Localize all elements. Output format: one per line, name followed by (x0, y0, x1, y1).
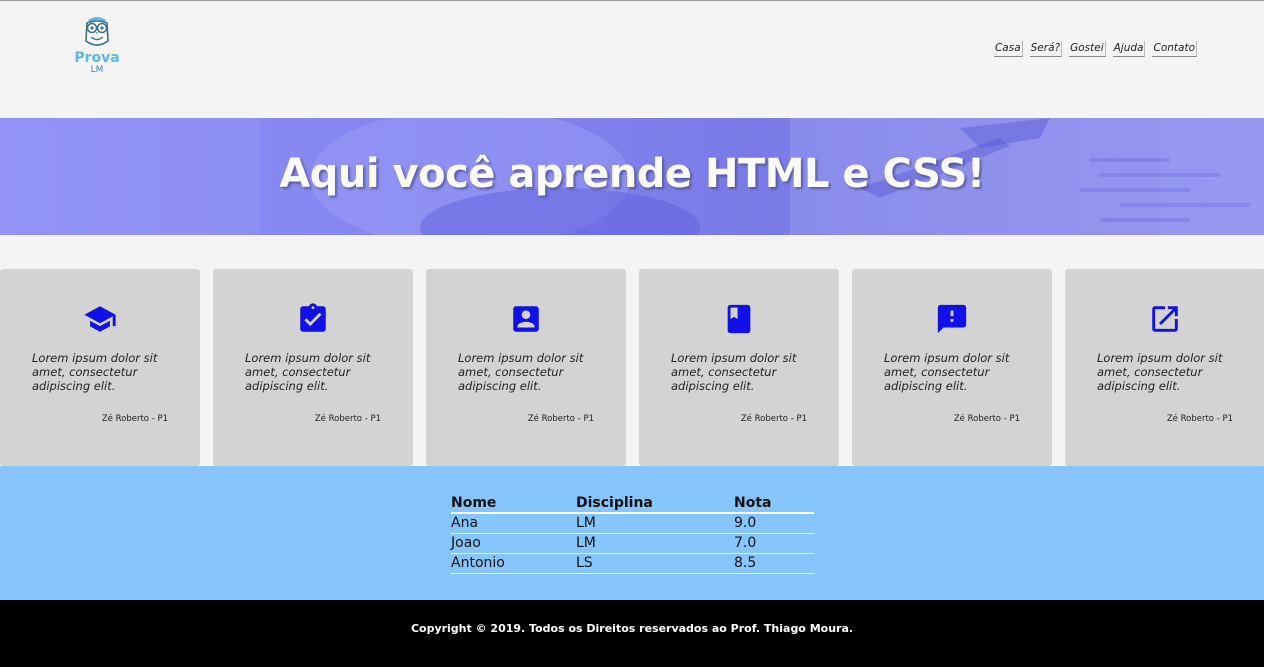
clipboard-check-icon (300, 303, 326, 332)
cell-disciplina: LS (576, 553, 734, 574)
cards-section: Lorem ipsum dolor sit amet, consectetur … (0, 269, 1264, 466)
grades-table: Nome Disciplina Nota Ana LM 9.0 Joao LM … (451, 494, 814, 574)
cell-disciplina: LM (576, 533, 734, 554)
account-box-icon (513, 306, 539, 332)
column-header-nome: Nome (451, 494, 576, 514)
card-author: Zé Roberto - P1 (953, 414, 1020, 424)
nav-link-gostei[interactable]: Gostei (1069, 41, 1106, 57)
cell-nota: 8.5 (734, 553, 814, 574)
nav-link-casa[interactable]: Casa (993, 41, 1023, 57)
owl-icon (85, 17, 109, 46)
card: Lorem ipsum dolor sit amet, consectetur … (852, 269, 1052, 466)
card: Lorem ipsum dolor sit amet, consectetur … (639, 269, 839, 466)
graduation-cap-icon (84, 306, 116, 332)
card-text: Lorem ipsum dolor sit amet, consectetur … (458, 351, 584, 393)
feedback-icon (937, 304, 967, 334)
nav-link-sera[interactable]: Será? (1029, 41, 1063, 57)
card: Lorem ipsum dolor sit amet, consectetur … (0, 269, 200, 466)
table-row: Antonio LS 8.5 (451, 553, 814, 574)
main-nav: Casa Será? Gostei Ajuda Contato (993, 41, 1197, 57)
card-text: Lorem ipsum dolor sit amet, consectetur … (245, 351, 371, 393)
card-author: Zé Roberto - P1 (1166, 414, 1233, 424)
table-header-row: Nome Disciplina Nota (451, 494, 814, 514)
copyright-text: Copyright © 2019. Todos os Direitos rese… (410, 622, 854, 635)
cell-nome: Antonio (451, 553, 576, 574)
card-text: Lorem ipsum dolor sit amet, consectetur … (32, 351, 158, 393)
table-row: Joao LM 7.0 (451, 533, 814, 554)
cell-nome: Joao (451, 533, 576, 554)
nav-link-ajuda[interactable]: Ajuda (1112, 41, 1146, 57)
table-row: Ana LM 9.0 (451, 513, 814, 534)
card-text: Lorem ipsum dolor sit amet, consectetur … (671, 351, 797, 393)
cell-nota: 9.0 (734, 513, 814, 534)
card-author: Zé Roberto - P1 (101, 414, 168, 424)
cell-disciplina: LM (576, 513, 734, 534)
cell-nota: 7.0 (734, 533, 814, 554)
column-header-disciplina: Disciplina (576, 494, 734, 514)
logo[interactable]: Prova LM (66, 15, 128, 76)
card: Lorem ipsum dolor sit amet, consectetur … (213, 269, 413, 466)
card-author: Zé Roberto - P1 (314, 414, 381, 424)
site-header: Prova LM Casa Será? Gostei Ajuda Contato (0, 1, 1264, 118)
open-in-new-icon (1152, 306, 1178, 332)
card-author: Zé Roberto - P1 (740, 414, 807, 424)
card-author: Zé Roberto - P1 (527, 414, 594, 424)
book-icon (727, 304, 751, 334)
site-footer: Copyright © 2019. Todos os Direitos rese… (0, 600, 1264, 667)
column-header-nota: Nota (734, 494, 814, 514)
logo-subtitle: LM (90, 65, 104, 75)
logo-title: Prova (74, 50, 120, 66)
card-text: Lorem ipsum dolor sit amet, consectetur … (884, 351, 1010, 393)
nav-link-contato[interactable]: Contato (1152, 41, 1197, 57)
grades-section: Nome Disciplina Nota Ana LM 9.0 Joao LM … (0, 466, 1264, 600)
card: Lorem ipsum dolor sit amet, consectetur … (1065, 269, 1264, 466)
cell-nome: Ana (451, 513, 576, 534)
hero-title: Aqui você aprende HTML e CSS! (279, 151, 985, 197)
hero-banner: Aqui você aprende HTML e CSS! (0, 118, 1264, 235)
card-text: Lorem ipsum dolor sit amet, consectetur … (1097, 351, 1223, 393)
card: Lorem ipsum dolor sit amet, consectetur … (426, 269, 626, 466)
